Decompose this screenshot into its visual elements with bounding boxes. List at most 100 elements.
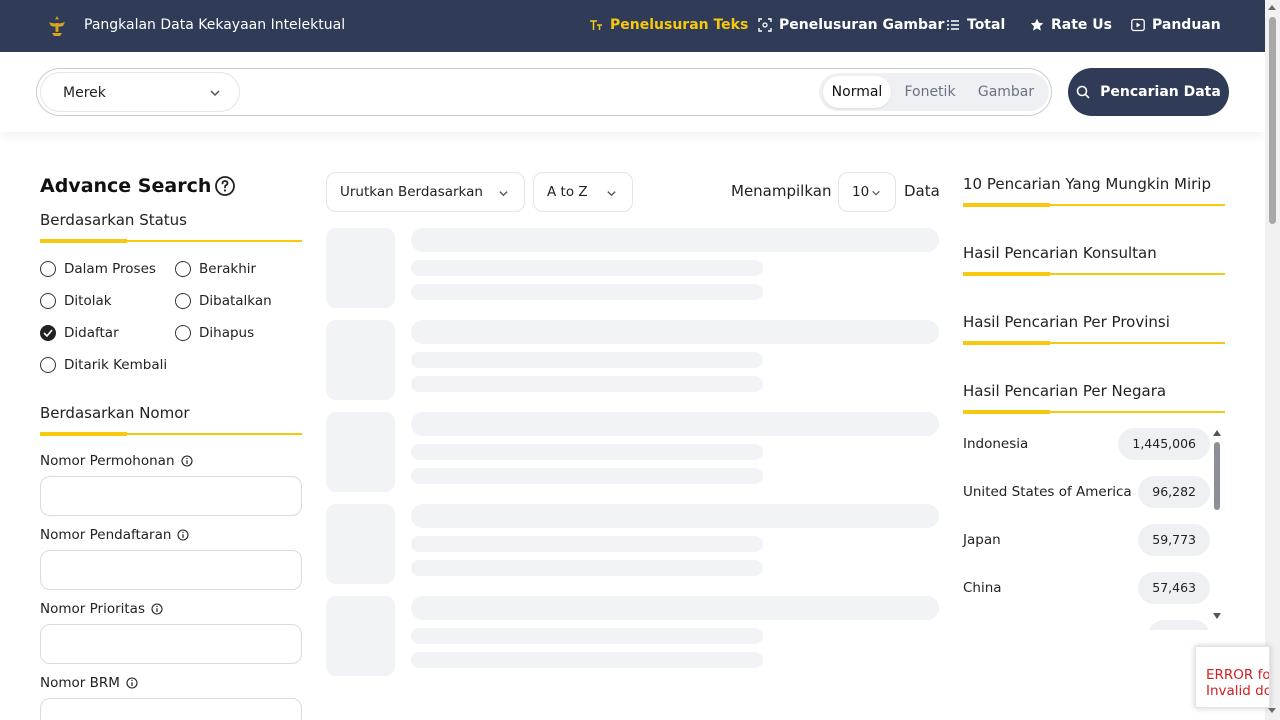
sort-order-select[interactable]: A to Z bbox=[533, 172, 633, 212]
skeleton-title-line bbox=[411, 596, 939, 620]
skeleton-thumbnail bbox=[326, 412, 395, 492]
radio-label: Dibatalkan bbox=[199, 293, 272, 309]
country-name: Indonesia bbox=[963, 436, 1029, 452]
search-button-label: Pencarian Data bbox=[1100, 84, 1221, 100]
status-dibatalkan-radio[interactable]: Dibatalkan bbox=[175, 293, 272, 309]
search-mode-toggle: Normal Fonetik Gambar bbox=[819, 73, 1049, 111]
similar-searches-title[interactable]: 10 Pencarian Yang Mungkin Mirip bbox=[963, 175, 1211, 193]
status-dalam-proses-radio[interactable]: Dalam Proses bbox=[40, 261, 156, 277]
status-ditolak-radio[interactable]: Ditolak bbox=[40, 293, 112, 309]
search-type-select[interactable]: Merek bbox=[40, 72, 240, 112]
radio-circle bbox=[40, 261, 56, 277]
country-count-badge bbox=[1148, 620, 1210, 630]
number-section-title: Berdasarkan Nomor bbox=[40, 404, 190, 422]
nav-label: Penelusuran Gambar bbox=[779, 17, 945, 33]
section-underline bbox=[963, 203, 1225, 207]
country-count-badge: 1,445,006 bbox=[1118, 428, 1210, 460]
nav-penelusuran-gambar[interactable]: Penelusuran Gambar bbox=[758, 17, 944, 33]
mode-fonetik-button[interactable]: Fonetik bbox=[894, 76, 966, 108]
status-ditarik-kembali-radio[interactable]: Ditarik Kembali bbox=[40, 357, 167, 373]
skeleton-thumbnail bbox=[326, 504, 395, 584]
country-count-badge: 57,463 bbox=[1138, 572, 1210, 604]
chevron-down-icon bbox=[210, 90, 220, 97]
nav-panduan[interactable]: Panduan bbox=[1131, 17, 1221, 33]
status-underline bbox=[40, 239, 302, 243]
image-scan-icon bbox=[758, 18, 772, 32]
scroll-up-arrow-icon[interactable] bbox=[1213, 430, 1221, 436]
status-dihapus-radio[interactable]: Dihapus bbox=[175, 325, 254, 341]
search-icon bbox=[1076, 85, 1090, 99]
status-berakhir-radio[interactable]: Berakhir bbox=[175, 261, 256, 277]
skeleton-text-line bbox=[411, 444, 763, 460]
skeleton-title-line bbox=[411, 228, 939, 252]
nomor-prioritas-label: Nomor Prioritas bbox=[40, 601, 163, 617]
country-row[interactable]: Japan 59,773 bbox=[963, 524, 1210, 556]
nav-rate-us[interactable]: Rate Us bbox=[1030, 17, 1112, 33]
nomor-permohonan-input[interactable] bbox=[40, 476, 302, 516]
country-count-badge: 96,282 bbox=[1138, 476, 1210, 508]
country-row[interactable]: Indonesia 1,445,006 bbox=[963, 428, 1210, 460]
nomor-brm-input[interactable] bbox=[40, 698, 302, 720]
garuda-logo-icon[interactable] bbox=[47, 14, 67, 38]
search-strip: Merek Normal Fonetik Gambar Pencarian Da… bbox=[0, 52, 1265, 132]
radio-label: Dihapus bbox=[199, 325, 255, 341]
status-didaftar-radio[interactable]: Didaftar bbox=[40, 325, 119, 341]
nav-label: Panduan bbox=[1152, 17, 1221, 33]
skeleton-text-line bbox=[411, 560, 763, 576]
country-count-badge: 59,773 bbox=[1138, 524, 1210, 556]
nomor-permohonan-label: Nomor Permohonan bbox=[40, 453, 193, 469]
search-input[interactable]: Merek Normal Fonetik Gambar bbox=[36, 68, 1052, 116]
mode-gambar-button[interactable]: Gambar bbox=[969, 76, 1043, 108]
chevron-down-icon bbox=[872, 190, 880, 196]
scroll-down-arrow-icon[interactable] bbox=[1213, 613, 1221, 619]
scrollbar-thumb[interactable] bbox=[1269, 17, 1276, 224]
country-row[interactable]: United States of America 96,282 bbox=[963, 476, 1210, 508]
mode-normal-button[interactable]: Normal bbox=[823, 76, 891, 108]
sort-order-label: A to Z bbox=[547, 184, 588, 200]
country-results-title[interactable]: Hasil Pencarian Per Negara bbox=[963, 382, 1166, 400]
skeleton-text-line bbox=[411, 284, 763, 300]
skeleton-text-line bbox=[411, 376, 763, 392]
info-icon[interactable] bbox=[126, 677, 138, 689]
province-results-title[interactable]: Hasil Pencarian Per Provinsi bbox=[963, 313, 1170, 331]
scroll-down-arrow-icon[interactable] bbox=[1268, 708, 1276, 713]
scroll-up-arrow-icon[interactable] bbox=[1268, 5, 1276, 10]
page-scrollbar[interactable] bbox=[1265, 0, 1280, 720]
country-name: China bbox=[963, 580, 1002, 596]
nomor-prioritas-input[interactable] bbox=[40, 624, 302, 664]
consultant-results-title[interactable]: Hasil Pencarian Konsultan bbox=[963, 244, 1157, 262]
nomor-pendaftaran-input[interactable] bbox=[40, 550, 302, 590]
chevron-down-icon bbox=[607, 191, 616, 197]
nav-label: Rate Us bbox=[1051, 17, 1112, 33]
sort-by-select[interactable]: Urutkan Berdasarkan bbox=[326, 172, 525, 212]
country-list-scrollbar[interactable] bbox=[1212, 426, 1222, 622]
info-icon[interactable] bbox=[177, 529, 189, 541]
per-page-select[interactable]: 10 bbox=[838, 172, 896, 212]
play-icon bbox=[1131, 18, 1145, 32]
nomor-brm-label: Nomor BRM bbox=[40, 675, 138, 691]
field-label-text: Nomor Prioritas bbox=[40, 601, 145, 617]
field-label-text: Nomor Permohonan bbox=[40, 453, 175, 469]
info-icon[interactable] bbox=[180, 455, 193, 467]
text-size-icon bbox=[590, 20, 602, 30]
app-title[interactable]: Pangkalan Data Kekayaan Intelektual bbox=[84, 17, 345, 33]
section-underline bbox=[963, 272, 1225, 276]
search-submit-button[interactable]: Pencarian Data bbox=[1068, 68, 1229, 116]
radio-label: Didaftar bbox=[64, 325, 119, 341]
scrollbar-thumb[interactable] bbox=[1214, 442, 1220, 510]
skeleton-text-line bbox=[411, 468, 763, 484]
field-label-text: Nomor BRM bbox=[40, 675, 120, 691]
help-circle-icon[interactable] bbox=[214, 175, 236, 197]
country-row[interactable]: China 57,463 bbox=[963, 572, 1210, 604]
skeleton-thumbnail bbox=[326, 228, 395, 308]
section-underline bbox=[963, 410, 1225, 414]
radio-label: Dalam Proses bbox=[64, 261, 156, 277]
skeleton-thumbnail bbox=[326, 596, 395, 676]
info-icon[interactable] bbox=[151, 603, 163, 615]
number-underline bbox=[40, 432, 302, 436]
nav-penelusuran-teks[interactable]: Penelusuran Teks bbox=[589, 17, 748, 33]
status-section-title: Berdasarkan Status bbox=[40, 211, 187, 229]
list-icon bbox=[947, 20, 959, 30]
top-navbar: Pangkalan Data Kekayaan Intelektual Pene… bbox=[0, 0, 1265, 52]
nav-total[interactable]: Total bbox=[946, 17, 1005, 33]
